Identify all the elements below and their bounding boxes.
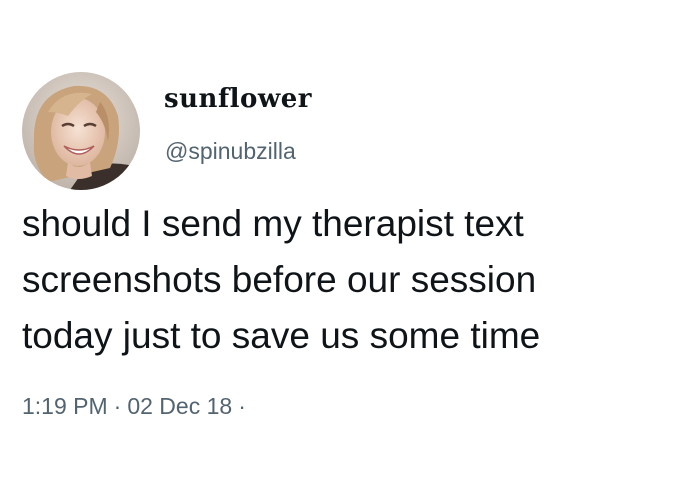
meta-separator: · — [113, 393, 122, 419]
avatar[interactable] — [22, 72, 140, 190]
display-name[interactable]: sunflower — [164, 84, 312, 114]
tweet-text: should I send my therapist text screensh… — [22, 196, 698, 364]
tweet-text-line: today just to save us some time — [22, 315, 541, 356]
tweet-date[interactable]: 02 Dec 18 — [127, 393, 232, 419]
avatar-photo — [22, 72, 140, 190]
tweet-metadata: 1:19 PM · 02 Dec 18 · — [22, 393, 252, 420]
meta-trailing-separator: · — [238, 393, 246, 419]
tweet-text-line: should I send my therapist text — [22, 203, 524, 244]
user-handle[interactable]: @spinubzilla — [165, 138, 296, 165]
tweet-time[interactable]: 1:19 PM — [22, 393, 108, 419]
tweet-text-line: screenshots before our session — [22, 259, 537, 300]
tweet-card: sunflower @spinubzilla should I send my … — [0, 0, 700, 495]
